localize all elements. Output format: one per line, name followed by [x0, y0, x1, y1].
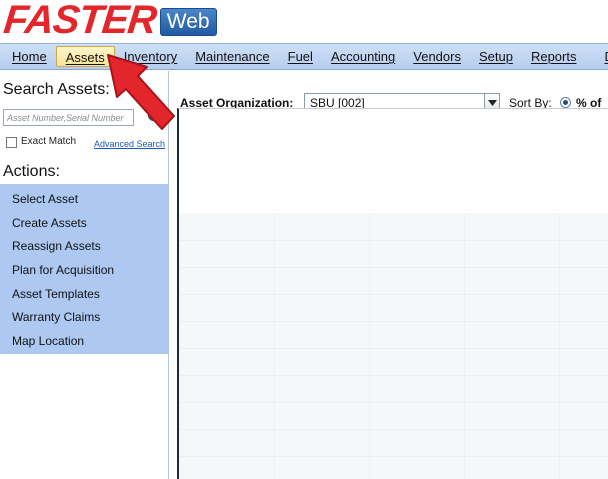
nav-reports[interactable]: Reports [522, 46, 586, 67]
exact-match-label: Exact Match [21, 136, 77, 147]
grid-line [179, 294, 608, 295]
grid-line [179, 240, 608, 241]
main-content: Asset Organization: SBU [002] Sort By: %… [171, 76, 608, 479]
grid-line [274, 213, 275, 479]
grid-line [179, 375, 608, 376]
grid-line [179, 456, 608, 457]
actions-title: Actions: [3, 163, 60, 180]
action-asset-templates[interactable]: Asset Templates [0, 283, 168, 307]
nav-setup[interactable]: Setup [470, 46, 522, 67]
nav-maintenance[interactable]: Maintenance [186, 46, 278, 67]
action-create-assets[interactable]: Create Assets [0, 212, 168, 236]
main-navbar: Home Assets Inventory Maintenance Fuel A… [0, 43, 608, 70]
grid-line [179, 321, 608, 322]
red-arrow-pointer-icon [107, 54, 175, 130]
nav-home[interactable]: Home [3, 46, 56, 67]
grid-line [179, 429, 608, 430]
action-warranty-claims[interactable]: Warranty Claims [0, 306, 168, 330]
exact-match-checkbox[interactable] [6, 137, 17, 148]
action-select-asset[interactable]: Select Asset [0, 188, 168, 212]
asset-chart-panel [177, 108, 608, 479]
action-plan-for-acquisition[interactable]: Plan for Acquisition [0, 259, 168, 283]
action-reassign-assets[interactable]: Reassign Assets [0, 235, 168, 259]
logo-web-badge: Web [159, 8, 217, 36]
logo-faster-text: FASTER [1, 0, 159, 42]
search-assets-title: Search Assets: [3, 81, 110, 98]
faster-web-logo: FASTER Web [1, 0, 217, 42]
chart-grid-area [179, 213, 608, 479]
nav-overflow-item[interactable]: D [595, 46, 608, 67]
actions-list: Select Asset Create Assets Reassign Asse… [0, 184, 168, 354]
action-map-location[interactable]: Map Location [0, 330, 168, 354]
nav-vendors[interactable]: Vendors [404, 46, 470, 67]
nav-fuel[interactable]: Fuel [279, 46, 322, 67]
grid-line [559, 213, 560, 479]
sort-percent-radio[interactable] [560, 97, 571, 108]
grid-line [179, 402, 608, 403]
nav-accounting[interactable]: Accounting [322, 46, 404, 67]
grid-line [464, 213, 465, 479]
grid-line [179, 348, 608, 349]
grid-line [179, 267, 608, 268]
grid-line [369, 213, 370, 479]
advanced-search-link[interactable]: Advanced Search [94, 139, 165, 149]
